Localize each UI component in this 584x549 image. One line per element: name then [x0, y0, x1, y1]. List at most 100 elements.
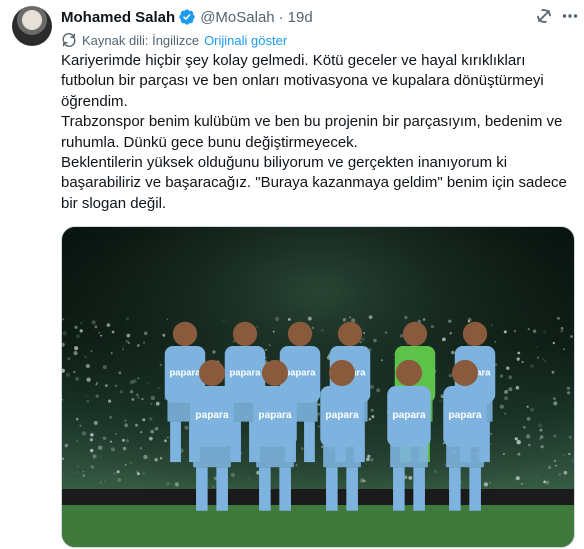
crowd-dot: [490, 324, 493, 326]
player-shorts: [256, 444, 294, 468]
avatar[interactable]: [12, 6, 52, 46]
crowd-dot: [148, 436, 153, 441]
crowd-dot: [503, 330, 507, 334]
crowd-dot: [124, 463, 127, 466]
crowd-dot: [530, 364, 534, 368]
crowd-dot: [369, 384, 374, 390]
crowd-dot: [399, 334, 404, 338]
player-shorts: [323, 444, 361, 468]
crowd-dot: [503, 453, 505, 455]
player-shorts: [446, 444, 484, 468]
crowd-dot: [540, 445, 544, 449]
crowd-dot: [99, 481, 103, 484]
player-head: [198, 359, 226, 386]
tweet-text-line: öğrendim.: [61, 92, 128, 110]
player-head: [287, 321, 313, 346]
crowd-dot: [527, 328, 530, 331]
crowd-dot: [85, 363, 90, 369]
player-sock: [259, 467, 271, 511]
crowd-dot: [184, 425, 189, 430]
crowd-dot: [76, 465, 79, 468]
crowd-dot: [521, 361, 524, 363]
crowd-dot: [368, 315, 373, 320]
crowd-dot: [363, 332, 366, 334]
crowd-dot: [158, 387, 161, 390]
crowd-dot: [526, 434, 531, 439]
crowd-dot: [140, 431, 143, 434]
crowd-dot: [300, 447, 304, 451]
crowd-dot: [82, 474, 86, 477]
crowd-dot: [499, 374, 504, 378]
crowd-dot: [73, 351, 78, 356]
crowd-dot: [404, 315, 408, 320]
crowd-dot: [129, 461, 133, 464]
crowd-dot: [560, 329, 564, 333]
crowd-dot: [376, 388, 381, 393]
crowd-dot: [94, 325, 98, 329]
crowd-dot: [568, 452, 571, 455]
crowd-dot: [76, 334, 80, 339]
show-original-link[interactable]: Orijinali göster: [204, 33, 287, 48]
crowd-dot: [90, 464, 94, 469]
crowd-dot: [147, 382, 150, 385]
crowd-dot: [522, 425, 526, 429]
crowd-dot: [125, 339, 130, 344]
crowd-dot: [553, 401, 558, 406]
crowd-dot: [154, 427, 159, 431]
crowd-dot: [110, 447, 115, 452]
crowd-dot: [515, 476, 520, 481]
crowd-dot: [516, 440, 521, 445]
author-handle[interactable]: @MoSalah: [200, 9, 274, 26]
crowd-dot: [489, 481, 492, 484]
crowd-dot: [552, 341, 555, 345]
crowd-dot: [548, 465, 552, 469]
crowd-dot: [115, 432, 117, 435]
team-photo[interactable]: papara papara papara papara papara papara pap…: [61, 226, 575, 548]
crowd-dot: [538, 423, 543, 428]
crowd-dot: [81, 431, 86, 436]
crowd-dot: [532, 329, 537, 333]
jersey-sponsor-text: papara: [285, 368, 317, 379]
player-head: [337, 321, 363, 346]
crowd-dot: [430, 325, 434, 329]
crowd-dot: [114, 384, 118, 388]
crowd-dot: [74, 325, 78, 329]
crowd-dot: [317, 412, 321, 416]
crowd-dot: [317, 425, 320, 428]
crowd-dot: [74, 346, 79, 351]
crowd-dot: [110, 352, 113, 355]
crowd-dot: [67, 357, 71, 360]
crowd-dot: [129, 380, 134, 385]
crowd-dot: [563, 454, 566, 457]
crowd-dot: [212, 486, 215, 488]
timestamp[interactable]: 19d: [288, 9, 313, 26]
crowd-dot: [552, 397, 556, 401]
verified-badge-icon: [178, 8, 196, 26]
grok-icon[interactable]: [534, 6, 554, 26]
crowd-dot: [103, 480, 107, 483]
crowd-dot: [499, 404, 504, 409]
crowd-dot: [535, 346, 538, 348]
crowd-dot: [556, 316, 560, 320]
crowd-dot: [109, 415, 113, 419]
crowd-dot: [248, 477, 250, 479]
crowd-dot: [90, 350, 93, 353]
crowd-dot: [155, 401, 160, 406]
crowd-dot: [122, 438, 125, 442]
player-sock: [326, 467, 338, 511]
crowd-dot: [124, 419, 127, 422]
player-head: [328, 359, 356, 386]
crowd-dot: [62, 457, 64, 460]
more-options-icon[interactable]: [560, 6, 580, 26]
crowd-dot: [102, 365, 107, 370]
crowd-dot: [568, 435, 572, 439]
separator-dot: ·: [278, 8, 284, 26]
crowd-dot: [265, 349, 267, 351]
crowd-dot: [449, 332, 452, 335]
crowd-dot: [370, 408, 374, 412]
crowd-dot: [370, 458, 374, 462]
crowd-dot: [504, 412, 507, 415]
tweet-text-line: başarabiliriz ve başaracağız. "Buraya ka…: [61, 174, 567, 192]
author-name[interactable]: Mohamed Salah: [61, 9, 175, 26]
crowd-dot: [506, 389, 508, 392]
